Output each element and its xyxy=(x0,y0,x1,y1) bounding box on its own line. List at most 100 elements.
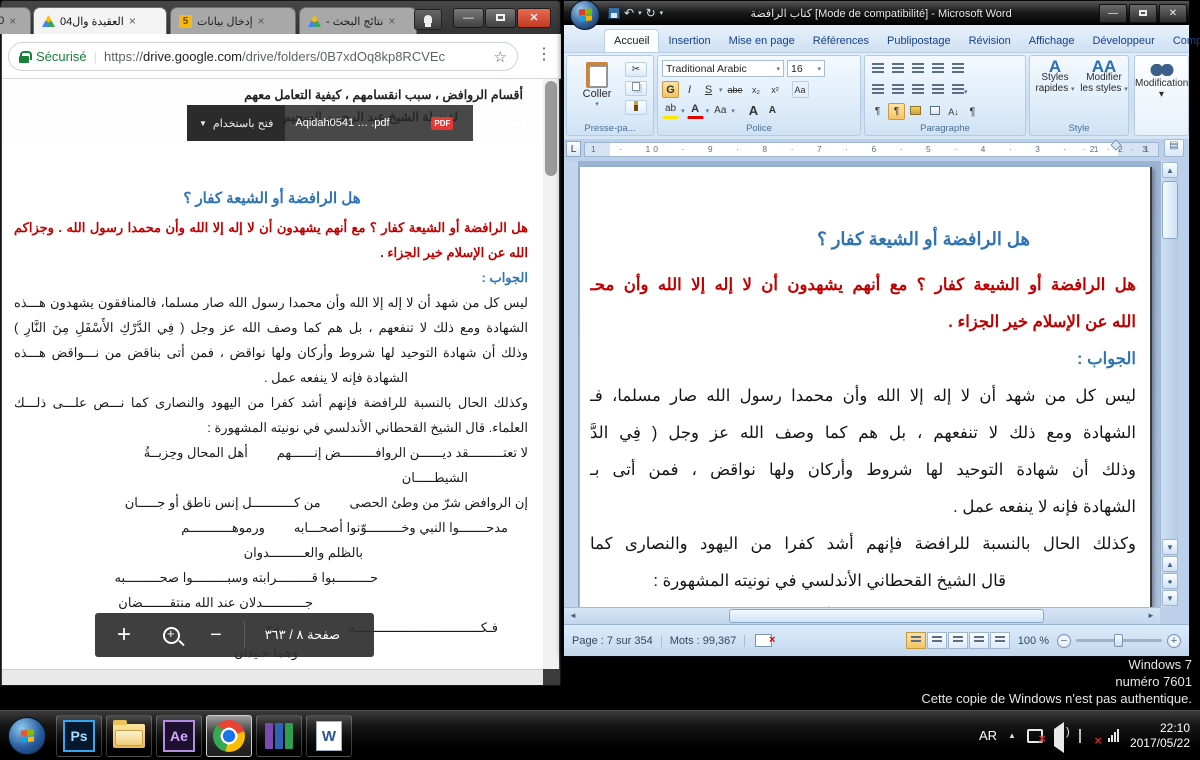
scroll-left-button[interactable]: ◄ xyxy=(565,609,581,623)
profile-button[interactable] xyxy=(414,9,442,30)
italic-button[interactable]: I xyxy=(681,81,698,98)
previous-page-button[interactable]: ▲ xyxy=(1162,556,1178,572)
address-bar[interactable]: Sécurisé | https://drive.google.com/driv… xyxy=(8,42,518,71)
word-close-button[interactable]: ✕ xyxy=(1159,4,1187,23)
vertical-ruler[interactable]: 2 3 4 5 6 7 8 9 10 11 12 xyxy=(564,161,579,607)
modification-button[interactable]: Modification ▾ xyxy=(1135,64,1188,100)
taskbar-item-photoshop[interactable]: Ps xyxy=(56,715,102,757)
taskbar-item-chrome[interactable] xyxy=(206,715,252,757)
zoom-track[interactable] xyxy=(1076,639,1162,642)
tab-revision[interactable]: Révision xyxy=(960,30,1020,52)
save-icon[interactable] xyxy=(608,7,620,19)
align-center-button[interactable] xyxy=(889,82,907,99)
chrome-menu-icon[interactable]: ⋮ xyxy=(536,44,552,64)
chevron-down-icon[interactable]: ▾ xyxy=(706,107,710,115)
highlight-color-button[interactable]: ab xyxy=(662,102,679,119)
pdf-vertical-scrollbar[interactable] xyxy=(543,79,559,669)
scroll-down-button[interactable]: ▼ xyxy=(1162,539,1178,555)
network-disconnected-icon[interactable] xyxy=(1027,729,1043,743)
copy-button[interactable] xyxy=(625,81,647,96)
borders-button[interactable] xyxy=(926,103,943,120)
undo-icon[interactable]: ↶ xyxy=(624,6,634,20)
draft-view-button[interactable] xyxy=(990,632,1010,649)
word-horizontal-scrollbar[interactable]: ◄ ► xyxy=(564,607,1160,624)
chevron-down-icon[interactable]: ▾ xyxy=(638,9,642,17)
show-formatting-button[interactable]: ¶ xyxy=(964,103,981,120)
zoom-in-button[interactable]: + xyxy=(95,621,149,649)
tab-search-results[interactable]: نتائج البحث - × xyxy=(299,7,417,34)
font-name-combobox[interactable]: Traditional Arabic▾ xyxy=(662,60,784,77)
office-button[interactable] xyxy=(570,0,600,30)
zoom-thumb[interactable] xyxy=(1114,634,1123,647)
start-button[interactable] xyxy=(8,717,46,755)
clear-formatting-button[interactable]: Aa xyxy=(792,81,809,98)
tab-close-icon[interactable]: × xyxy=(388,14,395,28)
tab-mise-en-page[interactable]: Mise en page xyxy=(720,30,804,52)
align-left-button[interactable] xyxy=(869,82,887,99)
font-size-combobox[interactable]: 16▾ xyxy=(787,60,825,77)
font-color-button[interactable]: A xyxy=(687,102,704,119)
tab-partial[interactable]: 00 × xyxy=(0,7,31,34)
tab-close-icon[interactable]: × xyxy=(9,14,16,28)
clock[interactable]: 22:10 2017/05/22 xyxy=(1130,721,1190,751)
proofing-error-icon[interactable] xyxy=(755,634,772,647)
tab-close-icon[interactable]: × xyxy=(129,14,136,28)
word-document-area[interactable]: 2 3 4 5 6 7 8 9 10 11 12 هل الرافضة أو ا… xyxy=(564,161,1160,607)
taskbar-item-word[interactable]: W xyxy=(306,715,352,757)
taskbar-item-winrar[interactable] xyxy=(256,715,302,757)
select-browse-object-button[interactable]: ● xyxy=(1162,573,1178,589)
page-indicator[interactable]: صفحة ٨ / ٣٦٣ xyxy=(251,627,354,643)
word-minimize-button[interactable]: — xyxy=(1099,4,1127,23)
open-with-button[interactable]: فتح باستخدام ▼ xyxy=(187,105,285,141)
page-count-status[interactable]: Page : 7 sur 354 xyxy=(564,635,662,647)
chevron-down-icon[interactable]: ▾ xyxy=(681,107,685,115)
ltr-paragraph-button[interactable]: ¶ xyxy=(869,103,886,120)
line-spacing-button[interactable]: ▾ xyxy=(949,82,971,99)
scrollbar-thumb[interactable] xyxy=(545,81,557,176)
next-file-arrow-button[interactable]: → xyxy=(507,107,531,135)
tab-close-icon[interactable]: × xyxy=(258,14,265,28)
tab-accueil[interactable]: Accueil xyxy=(604,29,659,52)
tab-references[interactable]: Références xyxy=(804,30,878,52)
pdf-horizontal-scrollbar[interactable] xyxy=(2,669,543,685)
tab-active-drive[interactable]: العقيدة وال04 × xyxy=(33,7,167,34)
language-indicator[interactable]: AR xyxy=(979,728,997,743)
word-page[interactable]: هل الرافضة أو الشيعة كفار ؟ هل الرافضة أ… xyxy=(580,167,1152,607)
outline-view-button[interactable] xyxy=(969,632,989,649)
tab-complements[interactable]: Compléments xyxy=(1164,30,1200,52)
scroll-right-button[interactable]: ► xyxy=(1143,609,1159,623)
change-case-button[interactable]: Aa xyxy=(711,102,729,119)
scrollbar-thumb[interactable] xyxy=(1162,181,1178,239)
fullscreen-view-button[interactable] xyxy=(927,632,947,649)
action-center-flag-icon[interactable] xyxy=(1081,729,1097,743)
web-layout-view-button[interactable] xyxy=(948,632,968,649)
ruler-toggle-button[interactable]: ▤ xyxy=(1164,139,1184,157)
group-label[interactable]: Style xyxy=(1030,123,1128,134)
multilevel-list-button[interactable] xyxy=(909,61,927,78)
scrollbar-thumb[interactable] xyxy=(729,609,1044,623)
word-vertical-scrollbar[interactable]: ▲ ▼ ▲ ● ▼ xyxy=(1160,161,1178,607)
bullets-button[interactable] xyxy=(869,61,887,78)
paste-button[interactable]: Coller ▾ xyxy=(575,62,619,108)
align-right-button[interactable] xyxy=(909,82,927,99)
group-label[interactable]: Presse-pa... xyxy=(567,123,653,134)
tab-insertion[interactable]: Insertion xyxy=(659,30,719,52)
sort-button[interactable]: A↓ xyxy=(945,103,962,120)
change-styles-button[interactable]: AA Modifier les styles ▾ xyxy=(1080,61,1128,95)
signal-strength-icon[interactable] xyxy=(1108,729,1119,742)
zoom-level[interactable]: 100 % xyxy=(1010,635,1057,647)
taskbar-item-explorer[interactable] xyxy=(106,715,152,757)
horizontal-ruler[interactable]: 1 · 10 · 9 · 8 · 7 · 6 · 5 · 4 · 3 · 2 ·… xyxy=(584,142,1159,157)
strikethrough-button[interactable]: abe xyxy=(725,81,746,98)
bookmark-star-icon[interactable]: ☆ xyxy=(494,48,507,66)
print-layout-view-button[interactable] xyxy=(906,632,926,649)
cut-button[interactable]: ✂ xyxy=(625,62,647,77)
url-text[interactable]: https://drive.google.com/drive/folders/0… xyxy=(104,49,487,64)
chevron-down-icon[interactable]: ▾ xyxy=(719,86,723,94)
chevron-down-icon[interactable]: ▾ xyxy=(731,107,735,115)
group-label[interactable]: Police xyxy=(658,123,860,134)
zoom-out-button[interactable]: − xyxy=(194,624,238,647)
tab-publipostage[interactable]: Publipostage xyxy=(878,30,960,52)
zoom-in-button[interactable]: + xyxy=(1167,634,1181,648)
increase-indent-button[interactable] xyxy=(949,61,967,78)
